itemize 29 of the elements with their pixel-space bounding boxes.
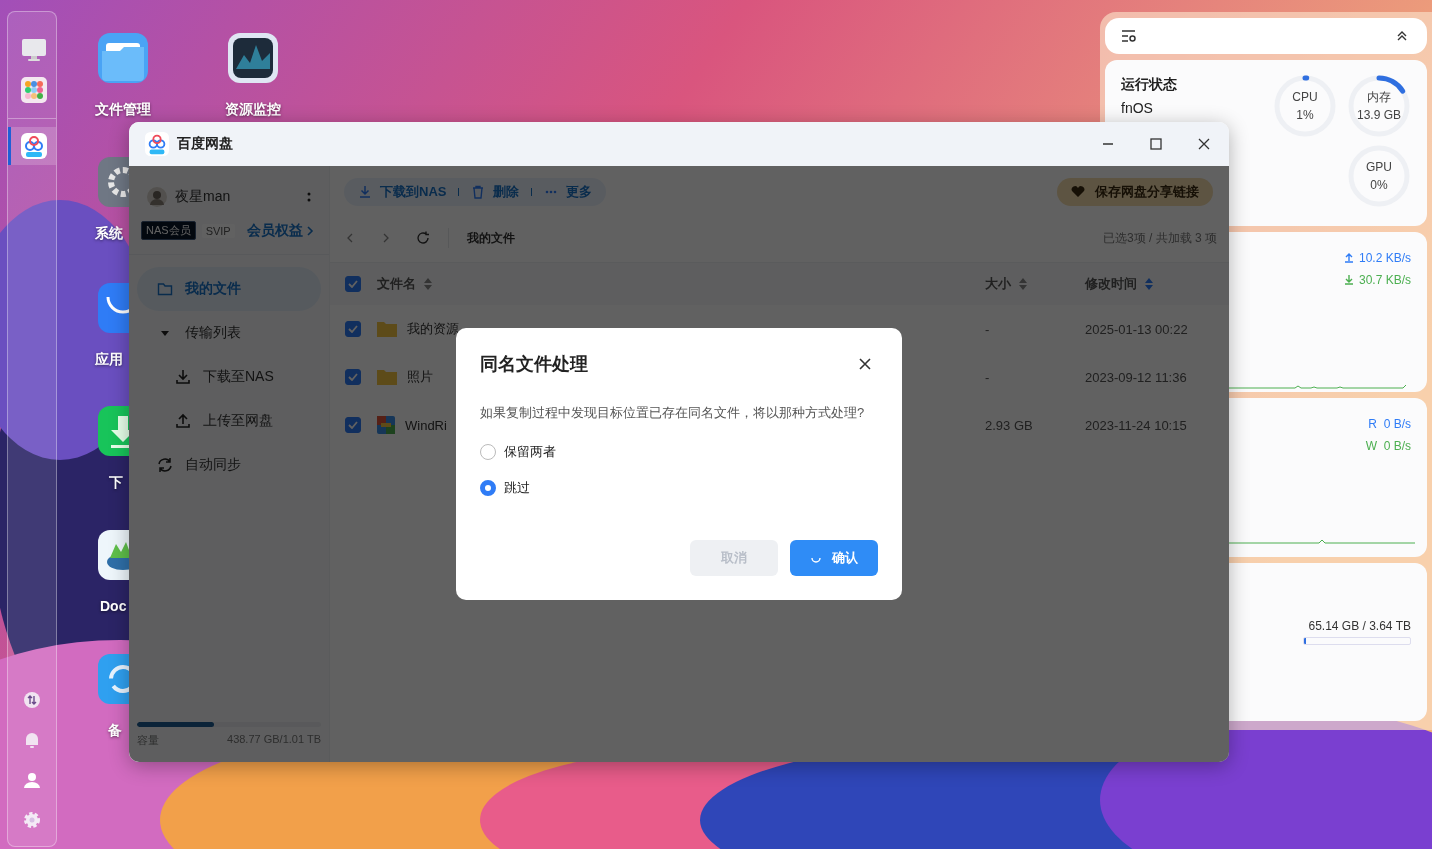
gauge-label: 内存 [1367, 89, 1391, 106]
gauge-label: GPU [1366, 159, 1392, 176]
file-size: 2.93 GB [985, 417, 1034, 433]
dialog-message: 如果复制过程中发现目标位置已存在同名文件，将以那种方式处理? [480, 404, 866, 422]
file-size: - [985, 321, 991, 337]
gauge-value: 0% [1370, 177, 1388, 194]
window-title: 百度网盘 [177, 135, 233, 153]
option-label: 保留两者 [504, 443, 556, 461]
os-name: fnOS [1121, 100, 1154, 116]
upload-speed: 10.2 KB/s [1343, 251, 1411, 265]
storage-usage: 65.14 GB / 3.64 TB [1308, 619, 1411, 633]
card-title: 运行状态 [1121, 76, 1177, 94]
write-speed: W 0 B/s [1365, 439, 1411, 453]
modified-time: 2023-09-12 11:36 [1085, 369, 1188, 385]
gauge-value: 13.9 GB [1357, 107, 1401, 124]
download-speed: 30.7 KB/s [1343, 273, 1411, 287]
modified-time: 2023-11-24 10:15 [1085, 417, 1188, 433]
dialog-title: 同名文件处理 [480, 353, 588, 376]
gauge-label: CPU [1292, 89, 1318, 106]
file-name: 我的资源 [407, 320, 459, 338]
member-badge: NAS会员 [141, 221, 196, 240]
file-name: 照片 [407, 368, 433, 386]
gauge-value: 1% [1296, 107, 1314, 124]
file-size: - [985, 369, 991, 385]
modified-time: 2025-01-13 00:22 [1085, 321, 1189, 337]
user-name: 夜星man [175, 188, 231, 206]
read-speed: R 0 B/s [1368, 417, 1411, 431]
file-name: WindRi [405, 417, 447, 433]
option-label: 跳过 [504, 479, 530, 497]
